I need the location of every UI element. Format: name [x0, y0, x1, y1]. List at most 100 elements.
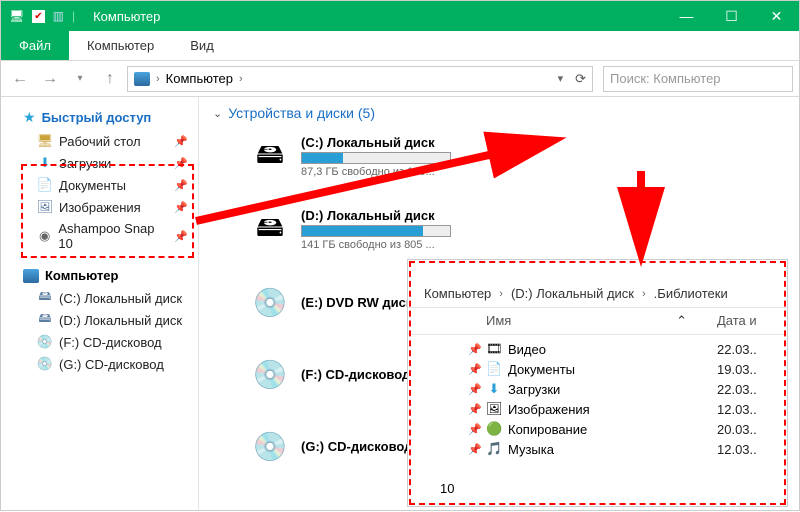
pin-icon: 📌: [468, 423, 480, 436]
pin-icon: 📌: [174, 230, 188, 243]
sidebar-item-label: Рабочий стол: [59, 134, 141, 149]
ribbon: Файл Компьютер Вид: [1, 31, 799, 61]
desktop-icon: 🖥: [37, 133, 53, 149]
sidebar-item-downloads[interactable]: ⬇Загрузки📌: [1, 152, 198, 174]
breadcrumb-item[interactable]: (D:) Локальный диск: [511, 286, 634, 301]
qat-folder-icon[interactable]: ▥: [53, 9, 64, 23]
pin-icon: 📌: [174, 201, 188, 214]
list-item[interactable]: 📌🎵Музыка12.03..: [468, 439, 771, 459]
forward-button[interactable]: →: [37, 66, 63, 92]
file-date: 12.03..: [717, 442, 771, 457]
file-date: 19.03..: [717, 362, 771, 377]
item-count: 10: [440, 481, 454, 496]
sidebar-item-ashampoo[interactable]: ◉Ashampoo Snap 10📌: [1, 218, 198, 254]
file-tab[interactable]: Файл: [1, 31, 69, 60]
file-name: Видео: [508, 342, 711, 357]
file-icon: ⬇: [486, 381, 502, 397]
file-icon: 🎞: [486, 341, 502, 357]
pin-icon: 📌: [174, 157, 188, 170]
file-date: 22.03..: [717, 342, 771, 357]
history-dropdown[interactable]: ▾: [67, 66, 93, 92]
minimize-button[interactable]: —: [664, 1, 709, 31]
qat-checkbox-icon[interactable]: ✔: [32, 10, 44, 23]
search-input[interactable]: Поиск: Компьютер: [603, 66, 793, 92]
quick-access-header[interactable]: ★ Быстрый доступ: [1, 105, 198, 130]
device-name: (D:) Локальный диск: [301, 208, 451, 223]
device-name: (F:) CD-дисковод: [301, 367, 410, 382]
list-item[interactable]: 📌🖼Изображения12.03..: [468, 399, 771, 419]
up-button[interactable]: ↑: [97, 66, 123, 92]
app-icon: ◉: [37, 228, 52, 244]
device-subtext: 87,3 ГБ свободно из 120...: [301, 166, 451, 178]
file-icon: 🖼: [486, 401, 502, 417]
list-item[interactable]: 📌🟢Копирование20.03..: [468, 419, 771, 439]
pin-icon: 📌: [468, 343, 480, 356]
sidebar-item-label: (G:) CD-дисковод: [59, 357, 164, 372]
popup-file-list: 📌🎞Видео22.03.. 📌📄Документы19.03.. 📌⬇Загр…: [408, 335, 787, 459]
sidebar-item-label: (D:) Локальный диск: [59, 313, 182, 328]
sidebar-item-label: Документы: [59, 178, 126, 193]
device-drive-c[interactable]: 🖴 (C:) Локальный диск 87,3 ГБ свободно и…: [249, 135, 499, 178]
device-name: (G:) CD-дисковод: [301, 439, 412, 454]
list-item[interactable]: 📌⬇Загрузки22.03..: [468, 379, 771, 399]
qat-divider: |: [72, 9, 75, 23]
device-subtext: 141 ГБ свободно из 805 ...: [301, 239, 451, 251]
column-headers[interactable]: Имя ⌃ Дата и: [408, 308, 787, 335]
pictures-icon: 🖼: [37, 199, 53, 215]
refresh-icon[interactable]: ⟳: [575, 71, 586, 87]
column-date[interactable]: Дата и: [717, 313, 771, 329]
devices-group-header[interactable]: ⌄ Устройства и диски (5): [213, 105, 785, 121]
back-button[interactable]: ←: [7, 66, 33, 92]
file-icon: 📄: [486, 361, 502, 377]
quick-access-label: Быстрый доступ: [42, 110, 152, 125]
breadcrumb-dropdown-icon[interactable]: ▾: [558, 72, 564, 85]
close-button[interactable]: ✕: [754, 1, 799, 31]
file-name: Музыка: [508, 442, 711, 457]
chevron-right-icon: ›: [499, 288, 503, 300]
file-icon: 🟢: [486, 421, 502, 437]
sidebar-item-drive-f[interactable]: 💿(F:) CD-дисковод: [1, 331, 198, 353]
cd-icon: 💿: [37, 356, 53, 372]
breadcrumb-item[interactable]: Компьютер: [166, 71, 233, 86]
chevron-right-icon: ›: [239, 73, 243, 85]
cd-icon: 💿: [249, 353, 291, 395]
sidebar-item-desktop[interactable]: 🖥Рабочий стол📌: [1, 130, 198, 152]
folder-popup: Компьютер › (D:) Локальный диск › .Библи…: [407, 259, 788, 507]
download-icon: ⬇: [37, 155, 53, 171]
sidebar-item-drive-g[interactable]: 💿 (G:) CD-дисковод: [1, 353, 198, 375]
hdd-icon: 🖴: [37, 312, 53, 328]
list-item[interactable]: 📌📄Документы19.03..: [468, 359, 771, 379]
file-date: 20.03..: [717, 422, 771, 437]
maximize-button[interactable]: ☐: [709, 1, 754, 31]
pin-icon: 📌: [468, 363, 480, 376]
group-title-label: Устройства и диски (5): [228, 105, 375, 121]
pin-icon: 📌: [468, 403, 480, 416]
pin-icon: 📌: [174, 179, 188, 192]
device-drive-d[interactable]: 🖴 (D:) Локальный диск 141 ГБ свободно из…: [249, 208, 499, 251]
popup-breadcrumb[interactable]: Компьютер › (D:) Локальный диск › .Библи…: [408, 280, 787, 308]
file-name: Загрузки: [508, 382, 711, 397]
list-item[interactable]: 📌 🎞 Видео 22.03..: [468, 339, 771, 359]
address-bar[interactable]: › Компьютер › ▾ ⟳: [127, 66, 593, 92]
column-name[interactable]: Имя: [486, 313, 676, 329]
cd-icon: 💿: [37, 334, 53, 350]
storage-bar: [301, 152, 451, 164]
breadcrumb-item[interactable]: .Библиотеки: [654, 286, 728, 301]
sidebar-item-pictures[interactable]: 🖼Изображения📌: [1, 196, 198, 218]
file-icon: 🎵: [486, 441, 502, 457]
computer-header[interactable]: Компьютер: [1, 264, 198, 287]
sidebar-item-drive-d[interactable]: 🖴 (D:) Локальный диск: [1, 309, 198, 331]
breadcrumb-item[interactable]: Компьютер: [424, 286, 491, 301]
sort-indicator-icon: ⌃: [676, 313, 687, 329]
titlebar: 🖥 ✔ ▥ | Компьютер — ☐ ✕: [1, 1, 799, 31]
computer-tab[interactable]: Компьютер: [69, 31, 172, 60]
chevron-right-icon: ›: [156, 73, 160, 85]
navigation-pane: ★ Быстрый доступ 🖥 Рабочий стол 📌 ⬇Загрузк…: [1, 97, 199, 510]
document-icon: 📄: [37, 177, 53, 193]
hdd-icon: 🖴: [37, 290, 53, 306]
hdd-icon: 🖴: [249, 136, 291, 178]
view-tab[interactable]: Вид: [172, 31, 232, 60]
storage-bar: [301, 225, 451, 237]
sidebar-item-documents[interactable]: 📄 Документы 📌: [1, 174, 198, 196]
sidebar-item-drive-c[interactable]: 🖴(C:) Локальный диск: [1, 287, 198, 309]
